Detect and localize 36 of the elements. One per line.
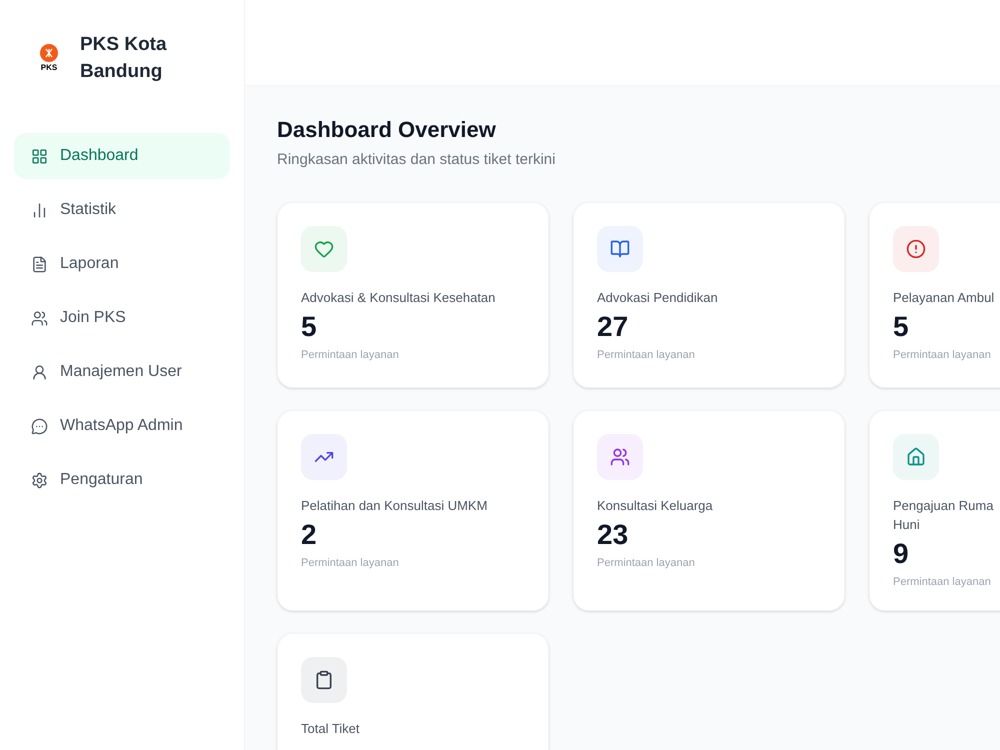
people-icon <box>31 310 48 326</box>
page-title: Dashboard Overview <box>277 116 497 144</box>
settings-icon <box>31 472 48 488</box>
grid-icon <box>31 148 48 164</box>
card-caption: Permintaan layanan <box>597 348 696 362</box>
card-title: Total Tiket <box>301 720 361 738</box>
card-value: 23 <box>597 518 630 552</box>
nav-item[interactable]: Manajemen User <box>14 349 230 395</box>
page-subtitle: Ringkasan aktivitas dan status tiket terkini <box>277 150 556 170</box>
card-caption: Permintaan layanan <box>301 556 400 570</box>
card-title: Konsultasi Keluarga <box>597 496 714 514</box>
card-title: Advokasi & Konsultasi Kesehatan <box>301 288 496 306</box>
chat-icon <box>31 418 48 434</box>
card-value: 5 <box>301 310 318 344</box>
bar-chart-icon <box>31 202 48 218</box>
card-value: 2 <box>301 518 318 552</box>
card-value: 27 <box>597 310 630 344</box>
nav-item[interactable]: Dashboard <box>14 133 230 179</box>
nav-item[interactable]: Join PKS <box>14 295 230 341</box>
card-value: 9 <box>893 536 910 570</box>
nav-item[interactable]: Statistik <box>14 187 230 233</box>
card-title: Pelayanan Ambul <box>893 288 996 306</box>
user-icon <box>31 364 48 380</box>
nav-item[interactable]: Laporan <box>14 241 230 287</box>
brand-name: PKS Kota Bandung <box>80 33 168 84</box>
nav-item[interactable]: Pengaturan <box>14 457 230 503</box>
card-caption: Permintaan layanan <box>597 556 696 570</box>
nav-item[interactable]: WhatsApp Admin <box>14 403 230 449</box>
card-title: Advokasi Pendidikan <box>597 288 719 306</box>
card-caption: Permintaan layanan <box>893 348 992 362</box>
document-icon <box>31 256 48 272</box>
card-title: Pengajuan Ruma Huni <box>893 496 994 534</box>
card-caption: Permintaan layanan <box>301 348 400 362</box>
card-value: 5 <box>893 310 910 344</box>
card-title: Pelatihan dan Konsultasi UMKM <box>301 496 488 514</box>
card-caption: Permintaan layanan <box>893 574 992 590</box>
